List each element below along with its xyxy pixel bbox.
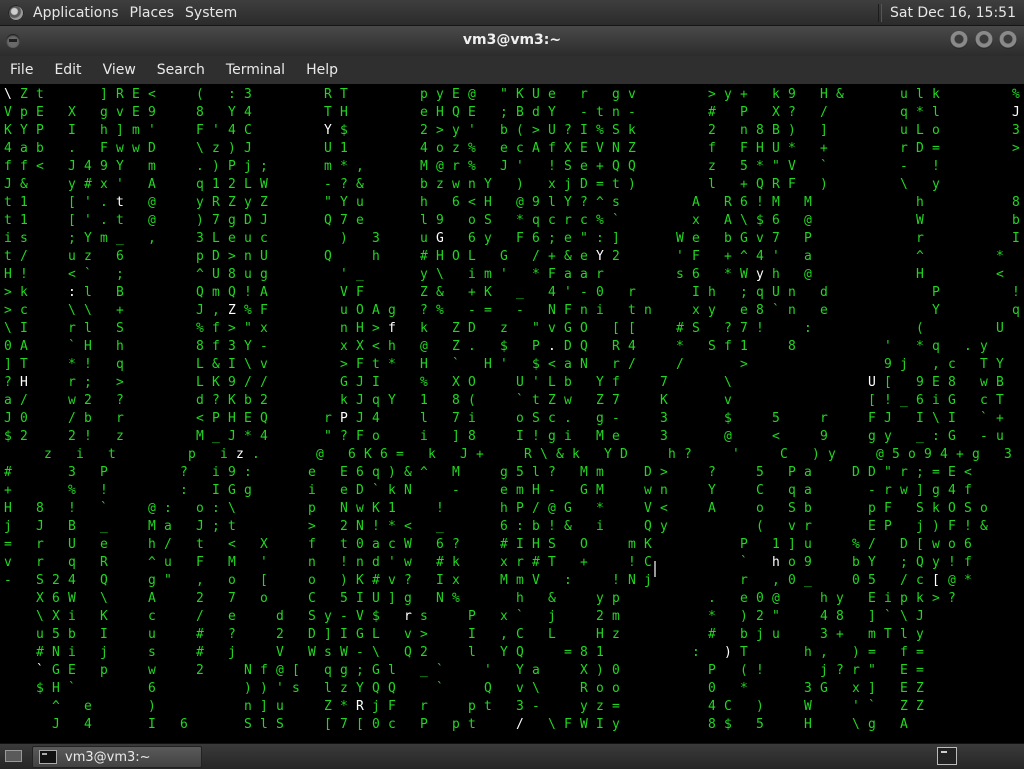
terminal-line: = r Ue h / t < Xf t 0 a c W 6? # I H S Om K P 1] u% / D[w o 6 bbox=[4, 537, 972, 552]
terminal-line: - S 2 4 Qg ", o[o) K # v? Ix Mm V:! Nj r, 0 _ 0 5/c[@ * bbox=[4, 573, 972, 588]
terminal-line: X 6 W \ A 2 7 o C 5 I U] g N% h & y p. e 0 @ h y Ei p k >? bbox=[36, 591, 956, 606]
minimize-icon[interactable] bbox=[950, 31, 968, 49]
terminal-line: >c\\+J,Z%FuOAg?%-=-NFnitnxye8`neYq$FJ bbox=[4, 303, 1024, 318]
terminal-line: 0 A ` Hh 8 f 3 Y - x X < h @ Z. $ P. D Q R 4 * Sf 1 8 ' * q. y bbox=[4, 339, 988, 354]
terminal-line: $ H ` 6)) ' s l z Y Q Q ` Qv \ Ro o 0 * 3 Gx] E Z bbox=[36, 681, 924, 696]
places-menu[interactable]: Places bbox=[127, 5, 183, 21]
terminal-line: is;Ym_,3Leuc)3uG6yF6;e":]WebGv7PrIm bbox=[4, 231, 1024, 246]
show-desktop-icon[interactable] bbox=[4, 748, 22, 763]
close-icon[interactable] bbox=[999, 31, 1017, 49]
clock[interactable]: Sat Dec 16, 15:51 bbox=[890, 5, 1016, 21]
terminal-line: J 0/b r < P H E Qr P J 4 l 7 i o Sc. g -3 $5 r F J I \ I ` + bbox=[4, 411, 1004, 426]
top-panel: Applications Places System Sat Dec 16, 1… bbox=[0, 0, 1024, 26]
terminal-menu[interactable]: Terminal bbox=[216, 62, 296, 78]
help-menu[interactable]: Help bbox=[296, 62, 349, 78]
taskbar-window-button[interactable]: vm3@vm3:~ bbox=[32, 746, 202, 768]
terminal-line: VpEXgvE98Y4THeHQE;BdY-tn-#PX?/q*lJJ bbox=[4, 105, 1024, 120]
terminal-line: u 5 b Iu #? 2 D] I G Lv > I, C L Hz # b j u 3 + m Tl y bbox=[36, 627, 924, 642]
terminal-line: ` G Ep w 2 Nf @[q g; Gl _ ` ' Ya X) 0 P(! j? r " E = bbox=[36, 663, 924, 678]
terminal-line: J 4 I 6 Sl S[7[0 c Pp t / \ F W Iy 8 $5 H \ g A bbox=[52, 717, 908, 732]
terminal-line: \ Xi Kc / e d Sy - V $ r s Px ` j 2 m *) 2 " 4 8] ` \ J bbox=[36, 609, 924, 624]
terminal-line: $2 2! z M _ J * 4 "? Fo i] 8 I! g i Me 3 @ <9 g y _: G - u bbox=[4, 429, 1004, 444]
terminal-line: ^ e) n] u Z * Rj Fr p t 3- y z = 4 C) W ' ` Z Z bbox=[52, 699, 924, 714]
terminal-line: H 8! ` @: o: \ p Nw K 1! h P / @ G * V < Ao Sb p F Sk O So bbox=[4, 501, 988, 516]
terminal-icon bbox=[39, 750, 57, 764]
workspace-switcher-icon[interactable] bbox=[937, 747, 957, 765]
terminal-line: ff<J49Ym.)Pj;m*,M@r%J'!Se+QQz5*"V`-!Z bbox=[4, 159, 1024, 174]
terminal-line: KYPIh]m'F'4CY$2>y'b(>U?I%Sk2n8B)]uLo3( bbox=[4, 123, 1024, 138]
terminal-line: a / w 2? d? Kb 2 k Jq Y 1 8(` t Zw Z 7 Kv[! _ 6 i Gc T bbox=[4, 393, 1004, 408]
terminal-area[interactable]: \Zt]RE<(:3RTpyE@"KUergv>y+k9H&ulk%= VpEXg… bbox=[0, 84, 1024, 743]
panel-separator bbox=[877, 3, 882, 22]
terminal-line: H!<`;^U8ug'_y\im'*Faars6*Wyh@H<0J bbox=[4, 267, 1024, 282]
terminal-line: ? Hr; > L K 9// G J I% X O U ' Lb Yf 7 \ U[9 E 8 w B bbox=[4, 375, 1004, 390]
terminal-line: +%!: I Gg i e D ` k N - e m H - G Mw n Y Cq a - r w] g 4 f bbox=[4, 483, 972, 498]
window-title: vm3@vm3:~ bbox=[462, 32, 562, 48]
terminal-line: >k:lBQmQ!AVFZ&+K_4'-0rIh;qUndP!VbH bbox=[4, 285, 1024, 300]
terminal-line: #3 P? i 9: e E 6 q) & ^ Mg 5 l? Mm D >? 5 Pa D D " r; = E < bbox=[4, 465, 972, 480]
bottom-panel: vm3@vm3:~ bbox=[0, 743, 1024, 769]
system-menu[interactable]: System bbox=[182, 5, 245, 21]
maximize-icon[interactable] bbox=[975, 31, 993, 49]
taskbar-window-label: vm3@vm3:~ bbox=[65, 749, 151, 765]
terminal-line: z i t p i z. @6 K 6 = k J + R \ & k Y Dh? ' C) y @5 o 9 4 + g 3 bbox=[44, 447, 1012, 462]
terminal-line: \IrlS%f>"xnH>fkZDz"vGO[[#S?7!:(UD] bbox=[4, 321, 1024, 336]
terminal-line: 4ab.FwwD\z)JU14oz%ecAfXEVNZfFHU*+rD=>K bbox=[4, 141, 1024, 156]
terminal-menubar: File Edit View Search Terminal Help bbox=[0, 56, 1024, 84]
terminal-line: t/uz6pD>nUQh#HOLG/+&eY2'F+^4'a^*OZ bbox=[4, 249, 1024, 264]
window-titlebar[interactable]: vm3@vm3:~ bbox=[0, 26, 1024, 56]
mouse-ibeam-cursor bbox=[652, 561, 658, 577]
edit-menu[interactable]: Edit bbox=[44, 62, 92, 78]
terminal-line: j J B _ Ma J; t >2 N! * < _ 6: b! & i Qy(v r E Pj) F! & bbox=[4, 519, 988, 534]
terminal-line: t1['.t@)7gDJQ7el9oS*qcrc%`xA\$6@Wbt bbox=[4, 213, 1024, 228]
terminal-line: J&y#x'Aq12LW-?&bzwnY)xjD=t)l+QRF)\yJ bbox=[4, 177, 1024, 192]
terminal-line: t1['.t@yRZyZ"Yuh6<H@9lY?^sAR6!MMh8b bbox=[4, 195, 1024, 210]
matrix-rain-output: \Zt]RE<(:3RTpyE@"KUergv>y+k9H&ulk%= VpEXg… bbox=[4, 87, 1024, 732]
gnome-foot-icon[interactable] bbox=[8, 4, 24, 21]
terminal-line: # Ni j s # j V Ws W - \ Q 2 l Y Q = 8 1:) Th,) = f = bbox=[36, 645, 924, 660]
search-menu[interactable]: Search bbox=[147, 62, 216, 78]
terminal-line: v r q R ^ u F M ' n! n d ' w # k x r # T +! C ` h o 9 b Y; Qy! f bbox=[4, 555, 972, 570]
applications-menu[interactable]: Applications bbox=[30, 5, 127, 21]
terminal-line: ] T *! q L & I \ v > Ft * H ` H ' $ < a Nr / / >9 j, c T Y bbox=[4, 357, 1004, 372]
file-menu[interactable]: File bbox=[0, 62, 44, 78]
terminal-line: \Zt]RE<(:3RTpyE@"KUergv>y+k9H&ulk%= bbox=[4, 87, 1024, 102]
view-menu[interactable]: View bbox=[93, 62, 147, 78]
